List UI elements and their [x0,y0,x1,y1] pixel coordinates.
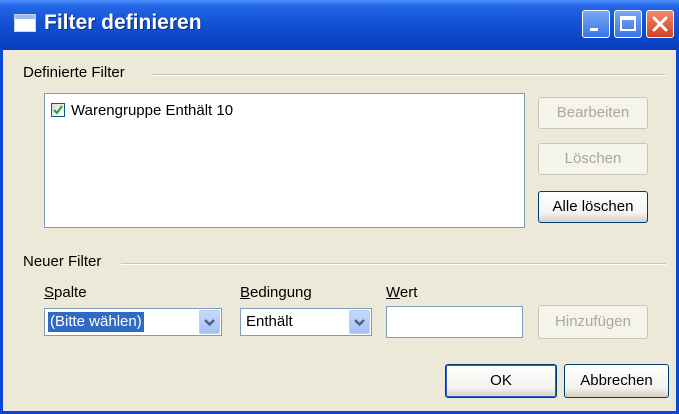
checkmark-icon [53,105,63,115]
group-divider [151,74,666,76]
edit-button[interactable]: Bearbeiten [538,97,648,129]
filter-checkbox[interactable] [51,103,65,117]
list-item[interactable]: Warengruppe Enthält 10 [51,100,233,120]
minimize-icon [590,28,598,31]
delete-button[interactable]: Löschen [538,143,648,175]
delete-button-label: Löschen [564,150,622,167]
cancel-button-label: Abbrechen [580,372,653,389]
add-button-label: Hinzufügen [555,313,631,330]
ok-button-label: OK [490,372,512,389]
condition-select-value: Enthält [246,313,293,330]
title-bar[interactable]: Filter definieren [0,0,679,50]
delete-all-button-label: Alle löschen [552,198,634,215]
new-filter-group-label: Neuer Filter [23,253,102,270]
window-title: Filter definieren [44,11,202,34]
edit-button-label: Bearbeiten [556,104,630,121]
close-icon [652,16,668,32]
condition-label: Bedingung [240,284,312,301]
condition-select[interactable]: Enthält [240,308,372,336]
maximize-icon [620,16,636,31]
cancel-button[interactable]: Abbrechen [564,364,669,398]
maximize-button[interactable] [614,10,642,38]
close-button[interactable] [646,10,674,38]
defined-filters-list[interactable]: Warengruppe Enthält 10 [44,93,525,228]
filter-item-label: Warengruppe Enthält 10 [71,101,234,119]
value-input[interactable] [386,306,523,338]
window-icon [14,14,36,32]
condition-select-dropdown[interactable] [349,310,370,334]
dialog-window: Filter definieren Definierte Filter Ware… [0,0,679,414]
defined-filters-group-label: Definierte Filter [23,64,125,81]
column-select[interactable]: (Bitte wählen) [44,308,222,336]
group-divider [121,263,666,265]
column-select-value: (Bitte wählen) [48,312,144,332]
add-button[interactable]: Hinzufügen [538,305,648,339]
ok-button[interactable]: OK [445,364,557,398]
delete-all-button[interactable]: Alle löschen [538,191,648,223]
chevron-down-icon [354,319,365,327]
minimize-button[interactable] [582,10,610,38]
column-select-dropdown[interactable] [199,310,220,334]
chevron-down-icon [204,319,215,327]
column-label: Spalte [44,284,87,301]
value-label: Wert [386,284,418,301]
